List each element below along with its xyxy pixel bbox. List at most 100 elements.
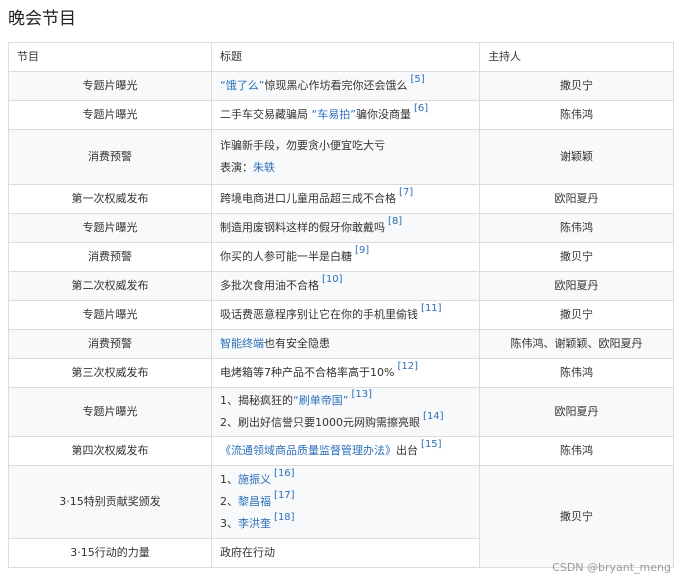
column-header-program: 节目	[7, 42, 213, 72]
program-cell: 专题片曝光	[7, 100, 213, 130]
title-text: 跨境电商进口儿童用品超三成不合格	[220, 192, 397, 205]
program-cell: 消费预警	[7, 329, 213, 359]
citation-link[interactable]: [7]	[399, 187, 413, 198]
award-line: 3、李洪奎 [18]	[220, 512, 471, 535]
title-text: 骗你没商量	[355, 108, 411, 121]
table-row: 专题片曝光 吸话费恶意程序别让它在你的手机里偷钱 [11] 撒贝宁	[7, 300, 674, 330]
table-row: 专题片曝光 二手车交易藏骗局 “车易拍”骗你没商量 [6] 陈伟鸿	[7, 100, 674, 130]
citation-link[interactable]: [9]	[355, 245, 369, 256]
title-cell: 多批次食用油不合格 [10]	[211, 271, 481, 301]
table-row: 专题片曝光 “饿了么”惊现黑心作坊看完你还会饿么 [5] 撒贝宁	[7, 71, 674, 101]
title-line: 2、刷出好信誉只要1000元网购需擦亮眼 [14]	[220, 411, 471, 434]
list-number: 3、	[220, 517, 239, 530]
title-cell: 诈骗新手段，勿要贪小便宜吃大亏 表演：朱轶	[211, 129, 481, 185]
title-text: 制造用废钢料这样的假牙你敢戴吗	[220, 221, 386, 234]
host-cell: 陈伟鸿	[479, 436, 674, 466]
table-header-row: 节目 标题 主持人	[7, 42, 674, 72]
title-text: 2、刷出好信誉只要1000元网购需擦亮眼	[220, 416, 421, 429]
title-link[interactable]: “饿了么”	[220, 79, 264, 92]
award-line: 1、施振义 [16]	[220, 468, 471, 491]
title-text: 二手车交易藏骗局	[220, 108, 312, 121]
title-cell: “饿了么”惊现黑心作坊看完你还会饿么 [5]	[211, 71, 481, 101]
citation-link[interactable]: [6]	[414, 103, 428, 114]
table-row: 3·15特别贡献奖颁发 1、施振义 [16] 2、黎昌福 [17] 3、李洪奎 [18…	[7, 465, 674, 568]
program-cell: 专题片曝光	[7, 71, 213, 101]
watermark: CSDN @bryant_meng	[552, 561, 671, 574]
title-text: 电烤箱等7种产品不合格率高于10%	[220, 366, 395, 379]
title-text: 出台	[396, 444, 419, 457]
awardee-link[interactable]: 施振义	[238, 473, 271, 486]
table-row: 第三次权威发布 电烤箱等7种产品不合格率高于10% [12] 陈伟鸿	[7, 358, 674, 388]
program-cell: 专题片曝光	[7, 387, 213, 437]
section-heading: 晚会节目	[8, 9, 76, 29]
program-cell: 第一次权威发布	[7, 184, 213, 214]
program-cell: 3·15特别贡献奖颁发	[7, 465, 213, 539]
title-link[interactable]: 智能终端	[220, 337, 264, 350]
title-link[interactable]: “车易拍”	[312, 108, 356, 121]
host-cell: 陈伟鸿	[479, 100, 674, 130]
title-cell: 吸话费恶意程序别让它在你的手机里偷钱 [11]	[211, 300, 481, 330]
host-cell: 陈伟鸿	[479, 358, 674, 388]
awardee-link[interactable]: 李洪奎	[238, 517, 271, 530]
title-cell: 政府在行动	[211, 538, 481, 568]
program-cell: 消费预警	[7, 242, 213, 272]
host-cell: 欧阳夏丹	[479, 271, 674, 301]
column-header-title: 标题	[211, 42, 481, 72]
title-cell: 电烤箱等7种产品不合格率高于10% [12]	[211, 358, 481, 388]
title-link[interactable]: 《流通领域商品质量监督管理办法》	[220, 444, 396, 457]
title-cell: 跨境电商进口儿童用品超三成不合格 [7]	[211, 184, 481, 214]
host-cell: 欧阳夏丹	[479, 184, 674, 214]
citation-link[interactable]: [17]	[274, 490, 295, 501]
table-row: 专题片曝光 1、揭秘疯狂的“刷单帝国” [13] 2、刷出好信誉只要1000元网购…	[7, 387, 674, 437]
table-row: 消费预警 诈骗新手段，勿要贪小便宜吃大亏 表演：朱轶 谢颖颖	[7, 129, 674, 185]
title-cell: 1、施振义 [16] 2、黎昌福 [17] 3、李洪奎 [18]	[211, 465, 481, 539]
table-row: 专题片曝光 制造用废钢料这样的假牙你敢戴吗 [8] 陈伟鸿	[7, 213, 674, 243]
table-row: 第一次权威发布 跨境电商进口儿童用品超三成不合格 [7] 欧阳夏丹	[7, 184, 674, 214]
table-row: 消费预警 你买的人参可能一半是白糖 [9] 撒贝宁	[7, 242, 674, 272]
awardee-link[interactable]: 黎昌福	[238, 495, 271, 508]
title-text: 你买的人参可能一半是白糖	[220, 250, 353, 263]
program-cell: 第二次权威发布	[7, 271, 213, 301]
citation-link[interactable]: [5]	[410, 74, 424, 85]
table-row: 消费预警 智能终端也有安全隐患 陈伟鸿、谢颖颖、欧阳夏丹	[7, 329, 674, 359]
title-text: 也有安全隐患	[264, 337, 331, 350]
title-text: 1、揭秘疯狂的	[220, 394, 294, 407]
host-cell: 欧阳夏丹	[479, 387, 674, 437]
program-cell: 第三次权威发布	[7, 358, 213, 388]
title-cell: 二手车交易藏骗局 “车易拍”骗你没商量 [6]	[211, 100, 481, 130]
program-cell: 专题片曝光	[7, 213, 213, 243]
title-cell: 智能终端也有安全隐患	[211, 329, 481, 359]
program-cell: 专题片曝光	[7, 300, 213, 330]
host-cell: 撒贝宁	[479, 300, 674, 330]
list-number: 1、	[220, 473, 239, 486]
citation-link[interactable]: [11]	[421, 303, 442, 314]
host-cell: 陈伟鸿	[479, 213, 674, 243]
column-header-host: 主持人	[479, 42, 674, 72]
title-text: 吸话费恶意程序别让它在你的手机里偷钱	[220, 308, 419, 321]
program-table: 节目 标题 主持人 专题片曝光 “饿了么”惊现黑心作坊看完你还会饿么 [5] 撒贝…	[7, 42, 674, 568]
citation-link[interactable]: [14]	[423, 411, 444, 422]
table-row: 第四次权威发布 《流通领域商品质量监督管理办法》出台 [15] 陈伟鸿	[7, 436, 674, 466]
host-cell: 撒贝宁	[479, 242, 674, 272]
citation-link[interactable]: [15]	[421, 439, 442, 450]
citation-link[interactable]: [13]	[351, 389, 372, 400]
citation-link[interactable]: [10]	[322, 274, 343, 285]
title-text: 多批次食用油不合格	[220, 279, 320, 292]
host-cell: 撒贝宁	[479, 465, 674, 568]
citation-link[interactable]: [18]	[274, 512, 295, 523]
performer-label: 表演：	[220, 161, 254, 174]
title-cell: 1、揭秘疯狂的“刷单帝国” [13] 2、刷出好信誉只要1000元网购需擦亮眼 [1…	[211, 387, 481, 437]
program-cell: 第四次权威发布	[7, 436, 213, 466]
citation-link[interactable]: [16]	[274, 468, 295, 479]
table-row: 第二次权威发布 多批次食用油不合格 [10] 欧阳夏丹	[7, 271, 674, 301]
citation-link[interactable]: [8]	[388, 216, 402, 227]
program-cell: 3·15行动的力量	[7, 538, 213, 568]
title-link[interactable]: “刷单帝国”	[293, 394, 348, 407]
performer-link[interactable]: 朱轶	[253, 161, 275, 174]
program-cell: 消费预警	[7, 129, 213, 185]
award-line: 2、黎昌福 [17]	[220, 490, 471, 513]
host-cell: 谢颖颖	[479, 129, 674, 185]
citation-link[interactable]: [12]	[398, 361, 419, 372]
title-text: 惊现黑心作坊看完你还会饿么	[264, 79, 408, 92]
performer-line: 表演：朱轶	[220, 157, 471, 179]
